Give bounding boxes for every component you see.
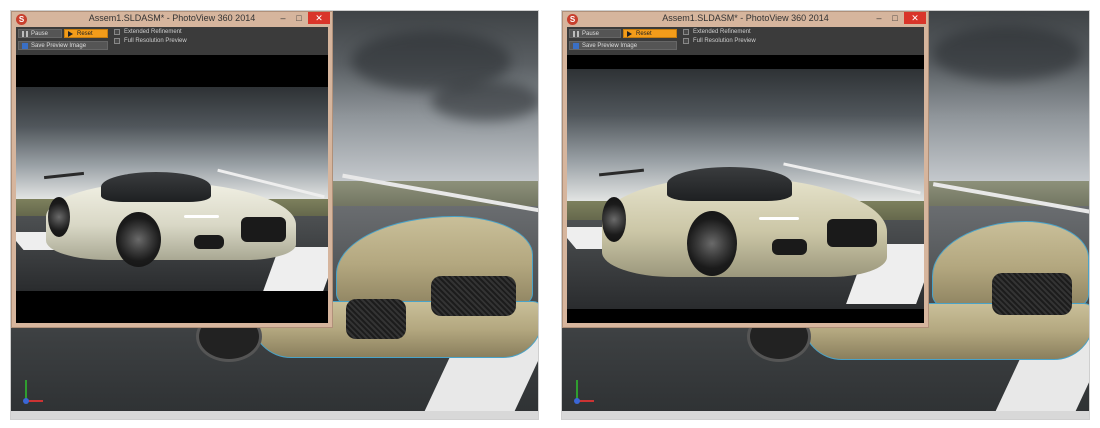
close-button[interactable]: ✕	[904, 12, 926, 24]
reset-button[interactable]: Reset	[623, 29, 677, 38]
pause-label: Pause	[582, 31, 600, 37]
save-preview-image-button[interactable]: Save Preview Image	[569, 41, 677, 50]
rendered-car-canopy	[101, 172, 211, 202]
coordinate-triad-icon	[570, 376, 600, 406]
save-preview-image-label: Save Preview Image	[582, 43, 638, 49]
rendered-car-wheel	[48, 197, 70, 237]
minimize-button[interactable]: –	[276, 12, 290, 24]
rendered-car-headlight	[184, 215, 219, 218]
full-resolution-preview-label: Full Resolution Preview	[124, 38, 187, 44]
pause-label: Pause	[31, 31, 49, 37]
rendered-car-grille	[241, 217, 286, 242]
maximize-button[interactable]: □	[888, 12, 902, 24]
reset-label: Reset	[77, 31, 93, 37]
rendered-car-canopy	[667, 167, 792, 201]
background-cloud	[932, 26, 1082, 81]
maximize-button[interactable]: □	[292, 12, 306, 24]
cad-car-grille	[992, 273, 1072, 315]
checkbox-box	[114, 38, 120, 44]
right-screenshot-panel: S Assem1.SLDASM* - PhotoView 360 2014 – …	[561, 10, 1090, 420]
photoview-window: S Assem1.SLDASM* - PhotoView 360 2014 – …	[562, 11, 929, 328]
extended-refinement-checkbox[interactable]: Extended Refinement	[683, 28, 751, 36]
rendered-image	[16, 87, 328, 291]
reset-button[interactable]: Reset	[64, 29, 108, 38]
close-button[interactable]: ✕	[308, 12, 330, 24]
rendered-car-grille	[827, 219, 877, 247]
render-preview-viewport[interactable]	[567, 55, 924, 323]
status-bar	[562, 411, 1089, 419]
photoview-window: S Assem1.SLDASM* - PhotoView 360 2014 – …	[11, 11, 333, 328]
full-resolution-preview-checkbox[interactable]: Full Resolution Preview	[114, 37, 187, 45]
full-resolution-preview-checkbox[interactable]: Full Resolution Preview	[683, 37, 756, 45]
rendered-car-headlight	[759, 217, 799, 220]
background-cloud	[431, 81, 538, 121]
minimize-button[interactable]: –	[872, 12, 886, 24]
checkbox-box	[683, 29, 689, 35]
play-triangle-icon	[627, 31, 632, 37]
pause-button[interactable]: Pause	[569, 29, 621, 38]
floppy-disk-icon	[22, 43, 28, 49]
extended-refinement-label: Extended Refinement	[693, 29, 751, 35]
render-toolbar: Pause Reset Save Preview Image Extended …	[16, 27, 328, 55]
pause-icon	[22, 31, 28, 37]
rendered-car-vent	[194, 235, 224, 249]
pause-icon	[573, 31, 579, 37]
coordinate-triad-icon	[19, 376, 49, 406]
full-resolution-preview-label: Full Resolution Preview	[693, 38, 756, 44]
extended-refinement-checkbox[interactable]: Extended Refinement	[114, 28, 182, 36]
save-preview-image-label: Save Preview Image	[31, 43, 87, 49]
window-titlebar[interactable]: S Assem1.SLDASM* - PhotoView 360 2014 – …	[563, 12, 928, 27]
cad-car-grille	[431, 276, 516, 316]
rendered-car-wheel	[116, 212, 161, 267]
window-titlebar[interactable]: S Assem1.SLDASM* - PhotoView 360 2014 – …	[12, 12, 332, 27]
status-bar	[11, 411, 538, 419]
checkbox-box	[114, 29, 120, 35]
cad-car-vent	[346, 299, 406, 339]
extended-refinement-label: Extended Refinement	[124, 29, 182, 35]
render-toolbar: Pause Reset Save Preview Image Extended …	[567, 27, 924, 55]
reset-label: Reset	[636, 31, 652, 37]
floppy-disk-icon	[573, 43, 579, 49]
rendered-car-wheel	[602, 197, 626, 242]
rendered-image	[567, 69, 924, 309]
checkbox-box	[683, 38, 689, 44]
play-triangle-icon	[68, 31, 73, 37]
render-preview-viewport[interactable]	[16, 55, 328, 323]
save-preview-image-button[interactable]: Save Preview Image	[18, 41, 108, 50]
left-screenshot-panel: S Assem1.SLDASM* - PhotoView 360 2014 – …	[10, 10, 539, 420]
pause-button[interactable]: Pause	[18, 29, 62, 38]
rendered-car-vent	[772, 239, 807, 255]
rendered-car-wheel	[687, 211, 737, 276]
